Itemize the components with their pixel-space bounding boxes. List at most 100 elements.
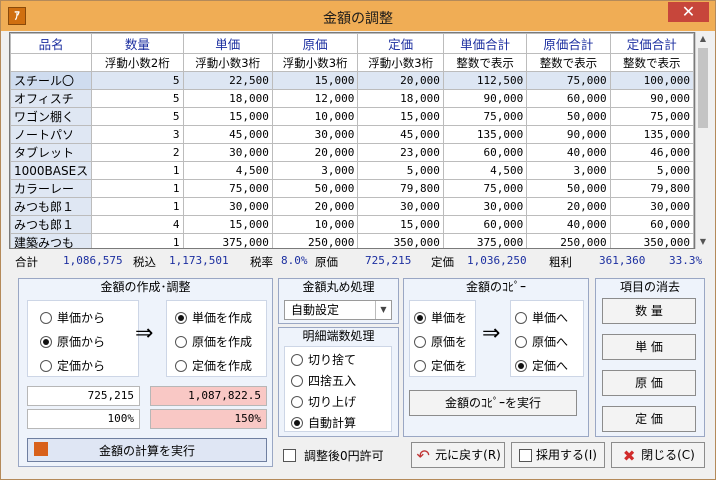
calc-to-list-radio[interactable]: 定価を作成	[175, 357, 252, 374]
adopt-button[interactable]: 採用する(I)	[511, 442, 605, 468]
table-cell[interactable]: 50,000	[271, 179, 359, 198]
table-cell[interactable]: 75,000	[442, 179, 528, 198]
table-cell[interactable]: 40,000	[526, 143, 611, 162]
base-percent-field[interactable]: 100%	[27, 409, 140, 429]
table-cell[interactable]: 350,000	[357, 233, 444, 248]
column-header[interactable]: 原価	[271, 33, 359, 54]
table-cell[interactable]: 15,000	[182, 107, 273, 126]
table-cell[interactable]: 30,000	[182, 197, 273, 216]
calc-from-unit-radio[interactable]: 単価から	[40, 309, 105, 326]
item-name-cell[interactable]: 1000BASEス	[10, 161, 93, 180]
item-name-cell[interactable]: オフィスチ	[10, 89, 93, 108]
result-percent-field[interactable]: 150%	[150, 409, 267, 429]
table-cell[interactable]: 15,000	[271, 71, 359, 90]
table-cell[interactable]: 3,000	[271, 161, 359, 180]
table-cell[interactable]: 20,000	[271, 143, 359, 162]
table-cell[interactable]: 40,000	[526, 215, 611, 234]
copy-from-cost-radio[interactable]: 原価を	[414, 333, 467, 350]
table-scrollbar[interactable]: ▲ ▼	[695, 32, 709, 249]
table-cell[interactable]: 3,000	[526, 161, 611, 180]
table-cell[interactable]: 135,000	[609, 125, 694, 144]
table-cell[interactable]: 79,800	[357, 179, 444, 198]
base-amount-field[interactable]: 725,215	[27, 386, 140, 406]
table-cell[interactable]: 90,000	[609, 89, 694, 108]
scroll-thumb[interactable]	[698, 48, 708, 128]
table-cell[interactable]: 60,000	[442, 143, 528, 162]
table-cell[interactable]: 135,000	[442, 125, 528, 144]
table-row[interactable]: みつも郎１ 4 15,000 10,000 15,000 60,000 40,000 60,0…	[10, 215, 694, 234]
table-cell[interactable]: 45,000	[357, 125, 444, 144]
round-half-radio[interactable]: 四捨五入	[291, 372, 356, 389]
table-cell[interactable]: 75,000	[182, 179, 273, 198]
item-name-cell[interactable]: スチール〇	[10, 71, 93, 90]
table-cell[interactable]: 112,500	[442, 71, 528, 90]
item-name-cell[interactable]: ワゴン棚く	[10, 107, 93, 126]
clear-unit-price-button[interactable]: 単 価	[602, 334, 696, 360]
table-cell[interactable]: 30,000	[182, 143, 273, 162]
clear-cost-button[interactable]: 原 価	[602, 370, 696, 396]
table-cell[interactable]: 90,000	[442, 89, 528, 108]
close-button[interactable]: ✖ 閉じる(C)	[611, 442, 705, 468]
calc-to-unit-radio[interactable]: 単価を作成	[175, 309, 252, 326]
table-cell[interactable]: 3	[91, 125, 184, 144]
round-down-radio[interactable]: 切り捨て	[291, 351, 356, 368]
table-cell[interactable]: 30,000	[357, 197, 444, 216]
table-cell[interactable]: 5	[91, 71, 184, 90]
table-cell[interactable]: 75,000	[526, 71, 611, 90]
table-cell[interactable]: 1	[91, 197, 184, 216]
calc-from-cost-radio[interactable]: 原価から	[40, 333, 105, 350]
table-row[interactable]: タブレット 2 30,000 20,000 23,000 60,000 40,000 46,0…	[10, 143, 694, 162]
table-cell[interactable]: 4	[91, 215, 184, 234]
item-name-cell[interactable]: みつも郎１	[10, 215, 93, 234]
table-cell[interactable]: 15,000	[357, 215, 444, 234]
table-row[interactable]: ワゴン棚く 5 15,000 10,000 15,000 75,000 50,000 75,0…	[10, 107, 694, 126]
table-cell[interactable]: 60,000	[526, 89, 611, 108]
calc-execute-button[interactable]: 金額の計算を実行	[27, 438, 267, 462]
table-cell[interactable]: 4,500	[182, 161, 273, 180]
table-cell[interactable]: 1	[91, 161, 184, 180]
table-row[interactable]: ノートパソ 3 45,000 30,000 45,000 135,000 90,000 135…	[10, 125, 694, 144]
table-cell[interactable]: 250,000	[271, 233, 359, 248]
item-name-cell[interactable]: 建築みつも	[10, 233, 93, 248]
table-cell[interactable]: 1	[91, 233, 184, 248]
table-cell[interactable]: 5	[91, 107, 184, 126]
table-cell[interactable]: 100,000	[609, 71, 694, 90]
item-name-cell[interactable]: タブレット	[10, 143, 93, 162]
table-cell[interactable]: 20,000	[357, 71, 444, 90]
table-cell[interactable]: 30,000	[271, 125, 359, 144]
chevron-down-icon[interactable]: ▼	[375, 301, 391, 319]
copy-to-cost-radio[interactable]: 原価へ	[515, 333, 568, 350]
table-row[interactable]: みつも郎１ 1 30,000 20,000 30,000 30,000 20,000 30,0…	[10, 197, 694, 216]
table-cell[interactable]: 75,000	[442, 107, 528, 126]
table-cell[interactable]: 250,000	[526, 233, 611, 248]
column-header[interactable]: 品名	[10, 33, 93, 54]
table-cell[interactable]: 2	[91, 143, 184, 162]
column-header[interactable]: 単価合計	[442, 33, 528, 54]
table-cell[interactable]: 46,000	[609, 143, 694, 162]
clear-quantity-button[interactable]: 数 量	[602, 298, 696, 324]
table-cell[interactable]: 375,000	[442, 233, 528, 248]
table-cell[interactable]: 60,000	[442, 215, 528, 234]
copy-from-unit-radio[interactable]: 単価を	[414, 309, 467, 326]
clear-list-price-button[interactable]: 定 価	[602, 406, 696, 432]
scroll-up-icon[interactable]: ▲	[696, 32, 710, 46]
table-cell[interactable]: 5,000	[357, 161, 444, 180]
column-header[interactable]: 数量	[91, 33, 184, 54]
table-row[interactable]: 1000BASEス 1 4,500 3,000 5,000 4,500 3,000 5,000	[10, 161, 694, 180]
table-cell[interactable]: 10,000	[271, 215, 359, 234]
round-auto-radio[interactable]: 自動計算	[291, 414, 356, 431]
table-cell[interactable]: 18,000	[182, 89, 273, 108]
table-cell[interactable]: 350,000	[609, 233, 694, 248]
copy-from-list-radio[interactable]: 定価を	[414, 357, 467, 374]
table-row[interactable]: スチール〇 5 22,500 15,000 20,000 112,500 75,000 100…	[10, 71, 694, 90]
table-cell[interactable]: 5	[91, 89, 184, 108]
table-row[interactable]: カラーレー 1 75,000 50,000 79,800 75,000 50,000 79,8…	[10, 179, 694, 198]
table-cell[interactable]: 75,000	[609, 107, 694, 126]
item-name-cell[interactable]: ノートパソ	[10, 125, 93, 144]
table-row[interactable]: 建築みつも 1 375,000 250,000 350,000 375,000 250,00…	[10, 233, 694, 248]
table-cell[interactable]: 60,000	[609, 215, 694, 234]
table-cell[interactable]: 4,500	[442, 161, 528, 180]
table-cell[interactable]: 5,000	[609, 161, 694, 180]
item-name-cell[interactable]: カラーレー	[10, 179, 93, 198]
column-header[interactable]: 定価合計	[609, 33, 694, 54]
